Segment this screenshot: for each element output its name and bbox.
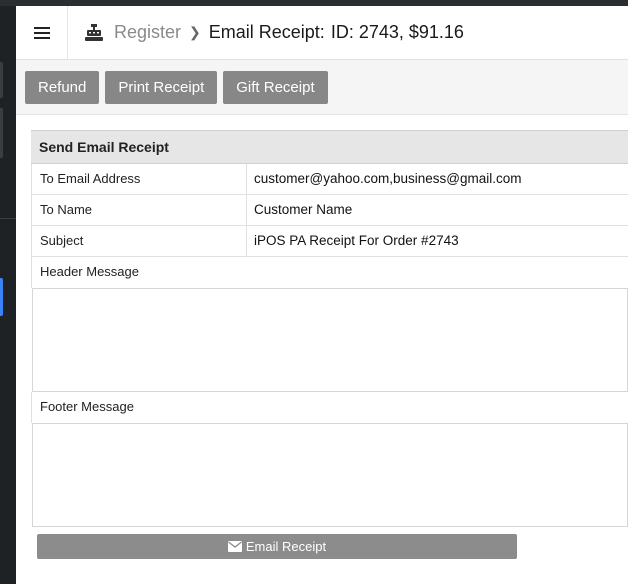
email-receipt-label: Email Receipt	[245, 539, 327, 554]
form-row-subject: Subject iPOS PA Receipt For Order #2743	[31, 226, 628, 257]
subject-field[interactable]: iPOS PA Receipt For Order #2743	[247, 226, 628, 256]
action-toolbar: Refund Print Receipt Gift Receipt	[16, 60, 628, 115]
to-name-label: To Name	[31, 195, 247, 225]
sidebar-nav-item[interactable]	[0, 62, 3, 98]
footer-message-label: Footer Message	[31, 392, 628, 423]
section-title: Send Email Receipt	[31, 130, 628, 164]
subject-label: Subject	[31, 226, 247, 256]
breadcrumb-register[interactable]: Register	[114, 22, 181, 43]
email-receipt-button[interactable]: Email Receipt	[37, 534, 517, 559]
envelope-icon	[227, 541, 242, 552]
order-id: ID: 2743, $91.16	[330, 22, 464, 42]
to-email-label: To Email Address	[31, 164, 247, 194]
to-name-field[interactable]: Customer Name	[247, 195, 628, 225]
left-sidebar	[0, 0, 628, 584]
chevron-right-icon: ❯	[189, 24, 201, 40]
header-message-textarea[interactable]	[32, 288, 628, 392]
refund-button[interactable]: Refund	[25, 71, 100, 104]
breadcrumb: Register ❯ Email Receipt: ID: 2743, $91.…	[84, 22, 464, 43]
email-receipt-panel: Send Email Receipt To Email Address cust…	[31, 130, 628, 559]
page-header: Register ❯ Email Receipt: ID: 2743, $91.…	[16, 5, 628, 60]
header-message-label: Header Message	[31, 257, 628, 288]
footer-message-textarea[interactable]	[32, 423, 628, 527]
print-receipt-button[interactable]: Print Receipt	[105, 71, 218, 104]
hamburger-icon	[33, 26, 50, 39]
sidebar-divider	[0, 218, 16, 219]
cash-register-icon	[85, 23, 103, 41]
gift-receipt-button[interactable]: Gift Receipt	[223, 71, 328, 104]
menu-button[interactable]	[16, 5, 68, 60]
to-email-field[interactable]: customer@yahoo.com,business@gmail.com	[247, 164, 628, 194]
sidebar-nav-item[interactable]	[0, 108, 3, 158]
form-row-to-email: To Email Address customer@yahoo.com,busi…	[31, 164, 628, 195]
form-row-to-name: To Name Customer Name	[31, 195, 628, 226]
main-content: Register ❯ Email Receipt: ID: 2743, $91.…	[16, 5, 628, 584]
page-title: Email Receipt:	[208, 22, 325, 42]
sidebar-active-indicator[interactable]	[0, 278, 3, 316]
